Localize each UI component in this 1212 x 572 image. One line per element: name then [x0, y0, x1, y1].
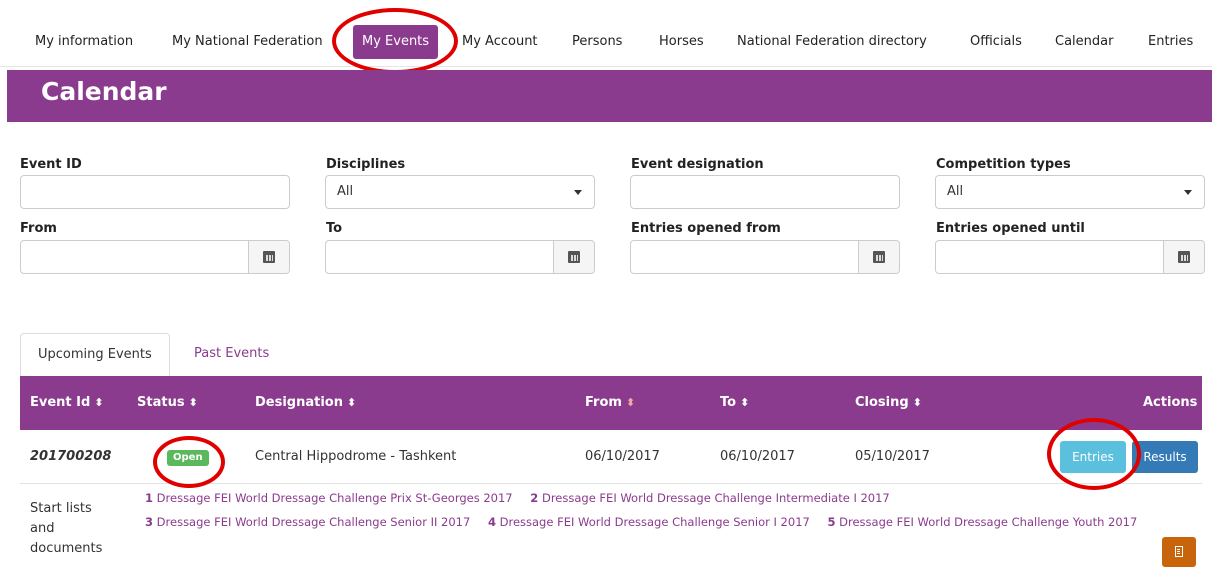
column-header-to[interactable]: To ⬍ — [720, 376, 749, 430]
event-id-cell: 201700208 — [30, 449, 112, 464]
event-id-header-label: Event Id — [30, 395, 91, 410]
nav-item-horses[interactable]: Horses — [659, 20, 704, 64]
entries-opened-from-input[interactable] — [630, 240, 900, 274]
designation-cell: Central Hippodrome - Tashkent — [255, 449, 457, 464]
competition-types-value: All — [947, 184, 964, 199]
nav-item-persons[interactable]: Persons — [572, 20, 622, 64]
to-calendar-button[interactable] — [553, 241, 594, 273]
caret-down-icon — [574, 190, 582, 195]
start-list-link-4[interactable]: 4 Dressage FEI World Dressage Challenge … — [488, 515, 810, 529]
nav-item-my-account[interactable]: My Account — [462, 20, 538, 64]
closing-cell: 05/10/2017 — [855, 449, 930, 464]
column-header-closing[interactable]: Closing ⬍ — [855, 376, 922, 430]
nav-item-my-national-federation[interactable]: My National Federation — [172, 20, 323, 64]
column-header-actions: Actions — [1143, 395, 1198, 410]
sort-icon: ⬍ — [347, 396, 357, 409]
highlight-ring-my-events — [332, 8, 458, 74]
start-lists-label: Start lists and documents — [30, 501, 103, 556]
calendar-icon — [568, 251, 580, 263]
entries-opened-from-calendar-button[interactable] — [858, 241, 899, 273]
sort-icon: ⬍ — [740, 396, 750, 409]
start-list-link-1[interactable]: 1 Dressage FEI World Dressage Challenge … — [145, 491, 513, 505]
results-button[interactable]: Results — [1132, 441, 1198, 473]
calendar-icon — [263, 251, 275, 263]
start-list-link-3[interactable]: 3 Dressage FEI World Dressage Challenge … — [145, 515, 470, 529]
nav-item-officials[interactable]: Officials — [970, 20, 1022, 64]
tab-upcoming-events[interactable]: Upcoming Events — [20, 333, 170, 376]
page-title: Calendar — [41, 77, 167, 106]
sort-active-icon: ⬍ — [625, 396, 636, 409]
calendar-icon — [1178, 251, 1190, 263]
highlight-ring-status — [153, 436, 225, 488]
status-header-label: Status — [137, 395, 185, 410]
column-header-designation[interactable]: Designation ⬍ — [255, 376, 356, 430]
start-list-links-line-1: 1 Dressage FEI World Dressage Challenge … — [145, 491, 904, 505]
sort-icon: ⬍ — [188, 396, 198, 409]
start-list-link-2[interactable]: 2 Dressage FEI World Dressage Challenge … — [530, 491, 889, 505]
column-header-from[interactable]: From ⬍ — [585, 376, 635, 430]
entries-opened-until-label: Entries opened until — [936, 221, 1085, 236]
disciplines-value: All — [337, 184, 354, 199]
document-icon — [1175, 546, 1183, 557]
competition-types-label: Competition types — [936, 157, 1071, 172]
caret-down-icon — [1184, 190, 1192, 195]
to-cell: 06/10/2017 — [720, 449, 795, 464]
top-nav: My information My National Federation My… — [0, 20, 1212, 67]
nav-item-entries[interactable]: Entries — [1148, 20, 1193, 64]
disciplines-select[interactable]: All — [325, 175, 595, 209]
entries-opened-until-input[interactable] — [935, 240, 1205, 274]
documents-button[interactable] — [1162, 537, 1196, 567]
entries-opened-until-calendar-button[interactable] — [1163, 241, 1204, 273]
nav-item-my-information[interactable]: My information — [35, 20, 133, 64]
disciplines-label: Disciplines — [326, 157, 406, 172]
designation-header-label: Designation — [255, 395, 343, 410]
sort-icon: ⬍ — [94, 396, 104, 409]
nav-item-calendar[interactable]: Calendar — [1055, 20, 1113, 64]
entries-opened-from-label: Entries opened from — [631, 221, 781, 236]
calendar-icon — [873, 251, 885, 263]
nav-item-national-federation-directory[interactable]: National Federation directory — [737, 20, 927, 64]
to-header-label: To — [720, 395, 737, 410]
from-cell: 06/10/2017 — [585, 449, 660, 464]
tab-past-events[interactable]: Past Events — [177, 333, 286, 375]
start-list-links-line-2: 3 Dressage FEI World Dressage Challenge … — [145, 515, 1151, 529]
from-label: From — [20, 221, 57, 236]
event-id-label: Event ID — [20, 157, 82, 172]
to-label: To — [326, 221, 343, 236]
from-calendar-button[interactable] — [248, 241, 289, 273]
sort-icon: ⬍ — [912, 396, 922, 409]
events-table-header: Event Id ⬍ Status ⬍ Designation ⬍ From ⬍ To ⬍… — [20, 376, 1202, 430]
start-list-link-5[interactable]: 5 Dressage FEI World Dressage Challenge … — [827, 515, 1137, 529]
event-id-input[interactable] — [20, 175, 290, 209]
event-designation-label: Event designation — [631, 157, 764, 172]
event-designation-input[interactable] — [630, 175, 900, 209]
from-date-input[interactable] — [20, 240, 290, 274]
competition-types-select[interactable]: All — [935, 175, 1205, 209]
closing-header-label: Closing — [855, 395, 909, 410]
column-header-status[interactable]: Status ⬍ — [137, 376, 198, 430]
from-header-label: From — [585, 395, 622, 410]
page-banner: Calendar — [7, 70, 1212, 122]
to-date-input[interactable] — [325, 240, 595, 274]
column-header-event-id[interactable]: Event Id ⬍ — [30, 376, 104, 430]
highlight-ring-entries — [1047, 418, 1141, 490]
